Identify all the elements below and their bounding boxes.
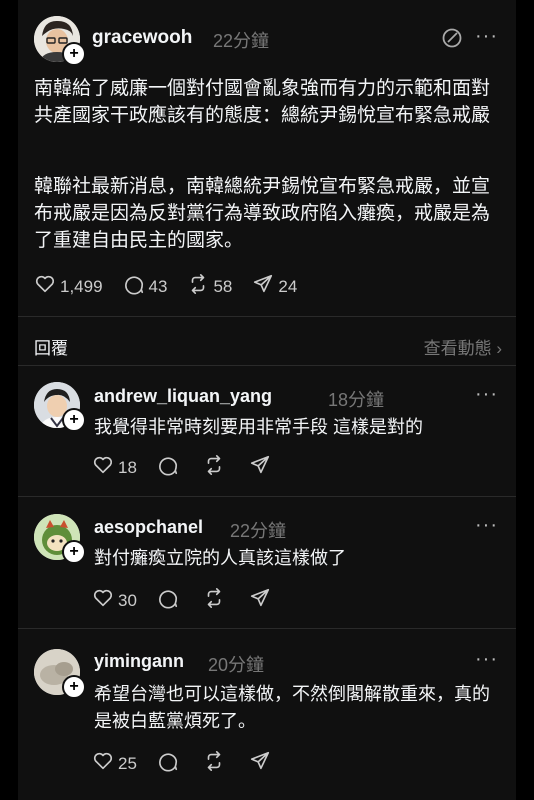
share-icon	[249, 587, 275, 614]
reply-time: 22分鐘	[230, 521, 287, 541]
comment-icon	[123, 273, 149, 300]
like-button[interactable]: 18	[92, 454, 137, 481]
like-count: 1,499	[60, 276, 103, 296]
more-icon[interactable]: ···	[475, 25, 498, 48]
add-follow-icon[interactable]: +	[62, 42, 86, 66]
comment-button[interactable]: 43	[123, 273, 168, 300]
reply-time: 20分鐘	[208, 655, 265, 675]
share-icon	[252, 273, 278, 300]
comment-icon	[157, 750, 183, 777]
reply-username[interactable]: aesopchanel	[94, 517, 203, 538]
repost-icon	[187, 273, 213, 300]
share-button[interactable]: 24	[252, 273, 297, 300]
reply-username[interactable]: andrew_liquan_yang	[94, 386, 272, 407]
comment-button[interactable]	[157, 454, 183, 481]
main-post: + gracewooh 22分鐘 ··· 南韓給了威廉一個對付國會亂象強而有力的…	[18, 0, 516, 325]
avatar[interactable]: +	[34, 514, 86, 564]
comment-icon	[157, 587, 183, 614]
view-activity-link[interactable]: 查看動態 ›	[424, 334, 502, 359]
more-icon[interactable]: ···	[475, 648, 498, 671]
add-follow-icon[interactable]: +	[62, 540, 86, 564]
screen: + gracewooh 22分鐘 ··· 南韓給了威廉一個對付國會亂象強而有力的…	[0, 0, 534, 800]
share-count: 24	[278, 276, 298, 296]
reply-username[interactable]: yimingann	[94, 651, 184, 672]
comment-icon	[157, 454, 183, 481]
comment-button[interactable]	[157, 587, 183, 614]
feed-icon[interactable]	[441, 27, 463, 54]
more-icon[interactable]: ···	[475, 383, 498, 406]
repost-button[interactable]: 58	[187, 273, 232, 300]
avatar[interactable]: +	[34, 649, 86, 699]
reply-text: 對付癱瘓立院的人真該這樣做了	[94, 548, 346, 568]
add-follow-icon[interactable]: +	[62, 675, 86, 699]
reply-actions: 30	[92, 587, 295, 614]
divider	[18, 316, 516, 317]
like-count: 25	[118, 753, 137, 773]
heart-icon	[92, 750, 118, 777]
like-count: 18	[118, 457, 137, 477]
repost-icon	[203, 587, 229, 614]
like-button[interactable]: 1,499	[34, 273, 103, 300]
repost-button[interactable]	[203, 587, 229, 614]
more-icon[interactable]: ···	[475, 514, 498, 537]
post-paragraph-1: 南韓給了威廉一個對付國會亂象強而有力的示範和面對共產國家干政應該有的態度：總統尹…	[34, 78, 491, 126]
heart-icon	[34, 273, 60, 300]
like-count: 30	[118, 590, 137, 610]
like-button[interactable]: 30	[92, 587, 137, 614]
reply-actions: 18	[92, 454, 295, 481]
reply-item: + aesopchanel 22分鐘 ··· 對付癱瘓立院的人真該這樣做了 30	[18, 497, 516, 628]
reply-text: 我覺得非常時刻要用非常手段 這樣是對的	[94, 417, 423, 437]
heart-icon	[92, 587, 118, 614]
post-actions: 1,499 43 58 24	[34, 273, 317, 300]
reply-item: + andrew_liquan_yang 18分鐘 ··· 我覺得非常時刻要用非…	[18, 366, 516, 496]
reply-actions: 25	[92, 750, 295, 777]
share-button[interactable]	[249, 750, 275, 777]
avatar[interactable]: +	[34, 382, 86, 432]
post-paragraph-2: 韓聯社最新消息，南韓總統尹錫悅宣布緊急戒嚴，並宣布戒嚴是因為反對黨行為導致政府陷…	[34, 176, 491, 251]
repost-icon	[203, 750, 229, 777]
like-button[interactable]: 25	[92, 750, 137, 777]
reply-text: 希望台灣也可以這樣做，不然倒閣解散重來，真的是被白藍黨煩死了。	[94, 684, 490, 731]
share-button[interactable]	[249, 587, 275, 614]
share-icon	[249, 454, 275, 481]
reply-item: + yimingann 20分鐘 ··· 希望台灣也可以這樣做，不然倒閣解散重來…	[18, 629, 516, 800]
post-time: 22分鐘	[213, 31, 270, 51]
add-follow-icon[interactable]: +	[62, 408, 86, 432]
repost-button[interactable]	[203, 750, 229, 777]
avatar[interactable]: +	[34, 16, 86, 66]
post-username[interactable]: gracewooh	[92, 27, 192, 49]
share-button[interactable]	[249, 454, 275, 481]
thread-card: + gracewooh 22分鐘 ··· 南韓給了威廉一個對付國會亂象強而有力的…	[18, 0, 516, 800]
replies-label: 回覆	[34, 339, 68, 358]
repost-icon	[203, 454, 229, 481]
heart-icon	[92, 454, 118, 481]
repost-button[interactable]	[203, 454, 229, 481]
share-icon	[249, 750, 275, 777]
repost-count: 58	[213, 276, 233, 296]
comment-count: 43	[148, 276, 168, 296]
comment-button[interactable]	[157, 750, 183, 777]
reply-time: 18分鐘	[328, 390, 385, 410]
